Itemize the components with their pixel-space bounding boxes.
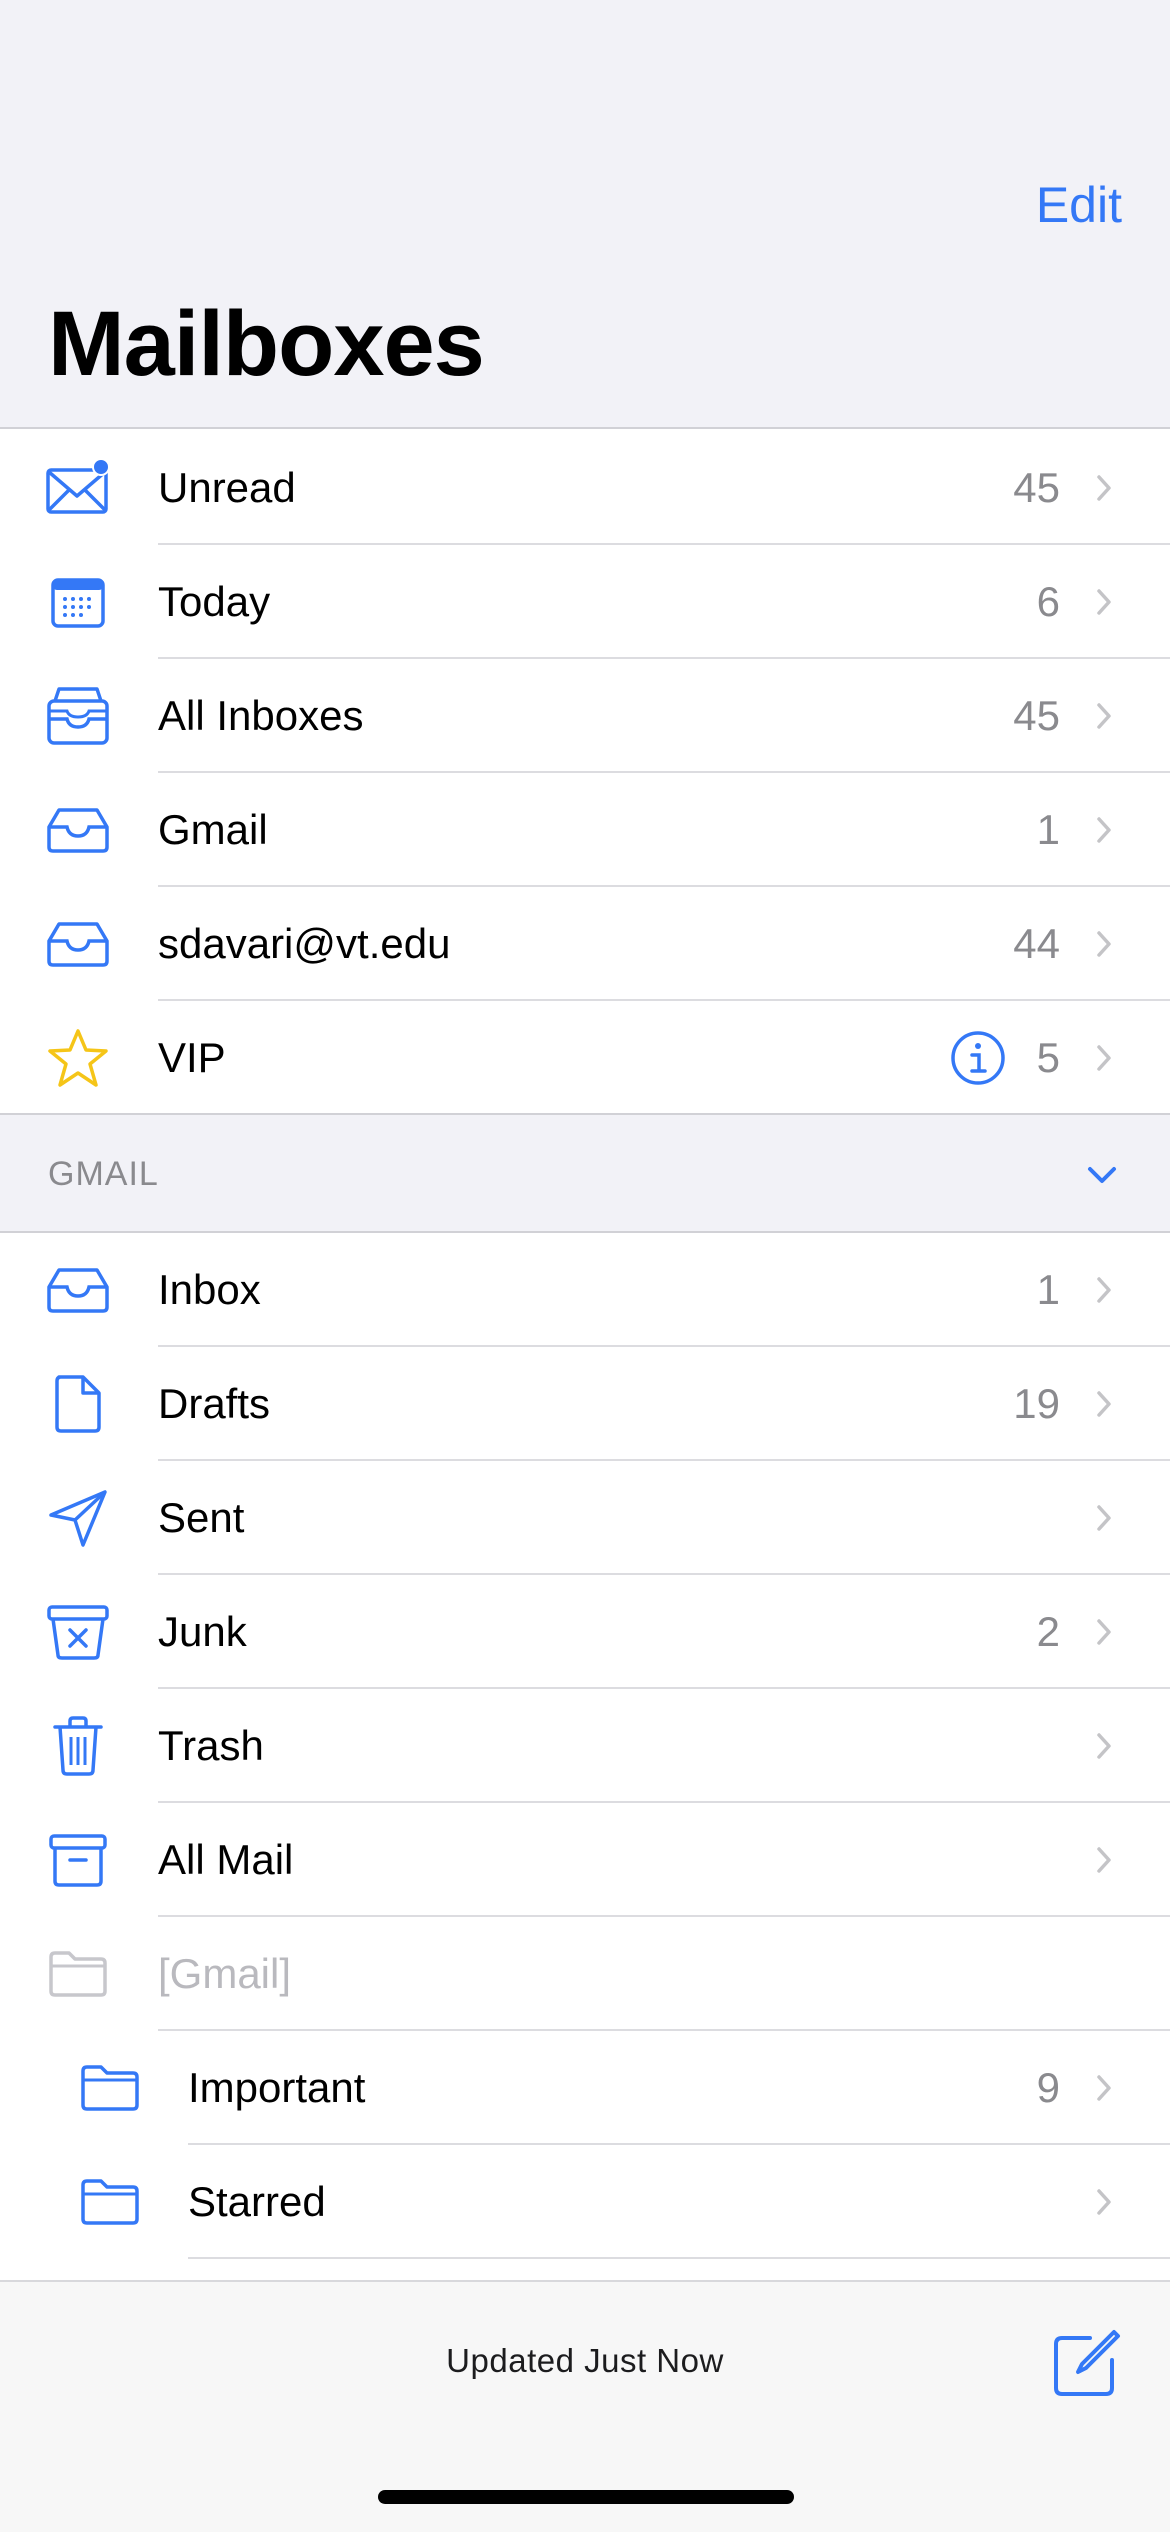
folder-label: Junk [158,1608,247,1655]
folder-count: 1 [1036,1266,1060,1313]
folder-count: 2 [1036,1608,1060,1655]
edit-button[interactable]: Edit [1036,176,1122,234]
gmail-section-header[interactable]: GMAIL [0,1113,1170,1233]
folder-count: 19 [1013,1380,1060,1427]
mailbox-label: Unread [158,464,296,511]
gmail-folders-list: Inbox 1 Drafts 19 Sent Junk 2 Trash All … [0,1233,1170,2259]
mailbox-label: Today [158,578,271,625]
chevron-right-icon [1097,1619,1111,1645]
envelope-unread-icon [44,456,112,520]
trash-icon [44,1714,112,1778]
folder-label: [Gmail] [158,1950,292,1997]
folder-row-drafts[interactable]: Drafts 19 [0,1347,1170,1461]
chevron-right-icon [1097,2189,1111,2215]
inbox-tray-icon [44,1258,112,1322]
calendar-icon [44,570,112,634]
gmail-count: 1 [1036,806,1060,853]
compose-icon[interactable] [1050,2328,1122,2400]
chevron-right-icon [1097,817,1111,843]
folder-label: Trash [158,1722,264,1769]
row-divider [188,2257,1170,2259]
chevron-right-icon [1097,2075,1111,2101]
mailbox-row-all-inboxes[interactable]: All Inboxes 45 [0,659,1170,773]
folder-label: Drafts [158,1380,271,1427]
home-indicator [378,2490,794,2504]
update-status: Updated Just Now [446,2342,724,2379]
chevron-right-icon [1097,1505,1111,1531]
all-inboxes-count: 45 [1013,692,1060,739]
folder-row-sent[interactable]: Sent [0,1461,1170,1575]
folder-icon [76,2056,144,2120]
inbox-tray-icon [44,798,112,862]
folder-label: Starred [188,2178,326,2225]
mailbox-row-today[interactable]: Today 6 [0,545,1170,659]
chevron-right-icon [1097,703,1111,729]
chevron-right-icon [1097,1733,1111,1759]
folder-row-gmail-group: [Gmail] [0,1917,1170,2031]
archive-box-icon [44,1828,112,1892]
chevron-right-icon [1097,1847,1111,1873]
mailbox-row-gmail[interactable]: Gmail 1 [0,773,1170,887]
folder-row-all-mail[interactable]: All Mail [0,1803,1170,1917]
chevron-right-icon [1097,1277,1111,1303]
vip-count: 5 [1036,1034,1060,1081]
folder-label: All Mail [158,1836,294,1883]
chevron-down-icon[interactable] [1082,1155,1122,1195]
folder-row-junk[interactable]: Junk 2 [0,1575,1170,1689]
folder-row-inbox[interactable]: Inbox 1 [0,1233,1170,1347]
folder-count: 9 [1036,2064,1060,2111]
junk-box-icon [44,1600,112,1664]
info-icon[interactable] [950,1030,1006,1086]
folder-icon [76,2170,144,2234]
mailbox-row-vt[interactable]: sdavari@vt.edu 44 [0,887,1170,1001]
chevron-right-icon [1097,931,1111,957]
folder-icon [44,1942,112,2006]
chevron-right-icon [1097,589,1111,615]
mailboxes-list: Unread 45 Today 6 All Inboxes 45 Gmail 1… [0,431,1170,1115]
folder-label: Important [188,2064,366,2111]
mailbox-label: VIP [158,1034,226,1081]
folder-label: Inbox [158,1266,261,1313]
today-count: 6 [1036,578,1060,625]
paper-plane-icon [44,1486,112,1550]
unread-count: 45 [1013,464,1060,511]
mailbox-row-vip[interactable]: VIP 5 [0,1001,1170,1115]
mailbox-row-unread[interactable]: Unread 45 [0,431,1170,545]
inbox-tray-icon [44,912,112,976]
folder-row-important[interactable]: Important 9 [0,2031,1170,2145]
document-icon [44,1372,112,1436]
vt-count: 44 [1013,920,1060,967]
chevron-right-icon [1097,1391,1111,1417]
mailbox-label: All Inboxes [158,692,364,739]
folder-row-trash[interactable]: Trash [0,1689,1170,1803]
page-title: Mailboxes [48,293,485,395]
chevron-right-icon [1097,1045,1111,1071]
folder-label: Sent [158,1494,245,1541]
mailbox-label: Gmail [158,806,268,853]
star-icon [44,1026,112,1090]
mailbox-label: sdavari@vt.edu [158,920,451,967]
folder-row-starred[interactable]: Starred [0,2145,1170,2259]
chevron-right-icon [1097,475,1111,501]
section-title: GMAIL [48,1155,159,1193]
navigation-bar: Edit Mailboxes [0,0,1170,429]
all-inboxes-icon [44,684,112,748]
